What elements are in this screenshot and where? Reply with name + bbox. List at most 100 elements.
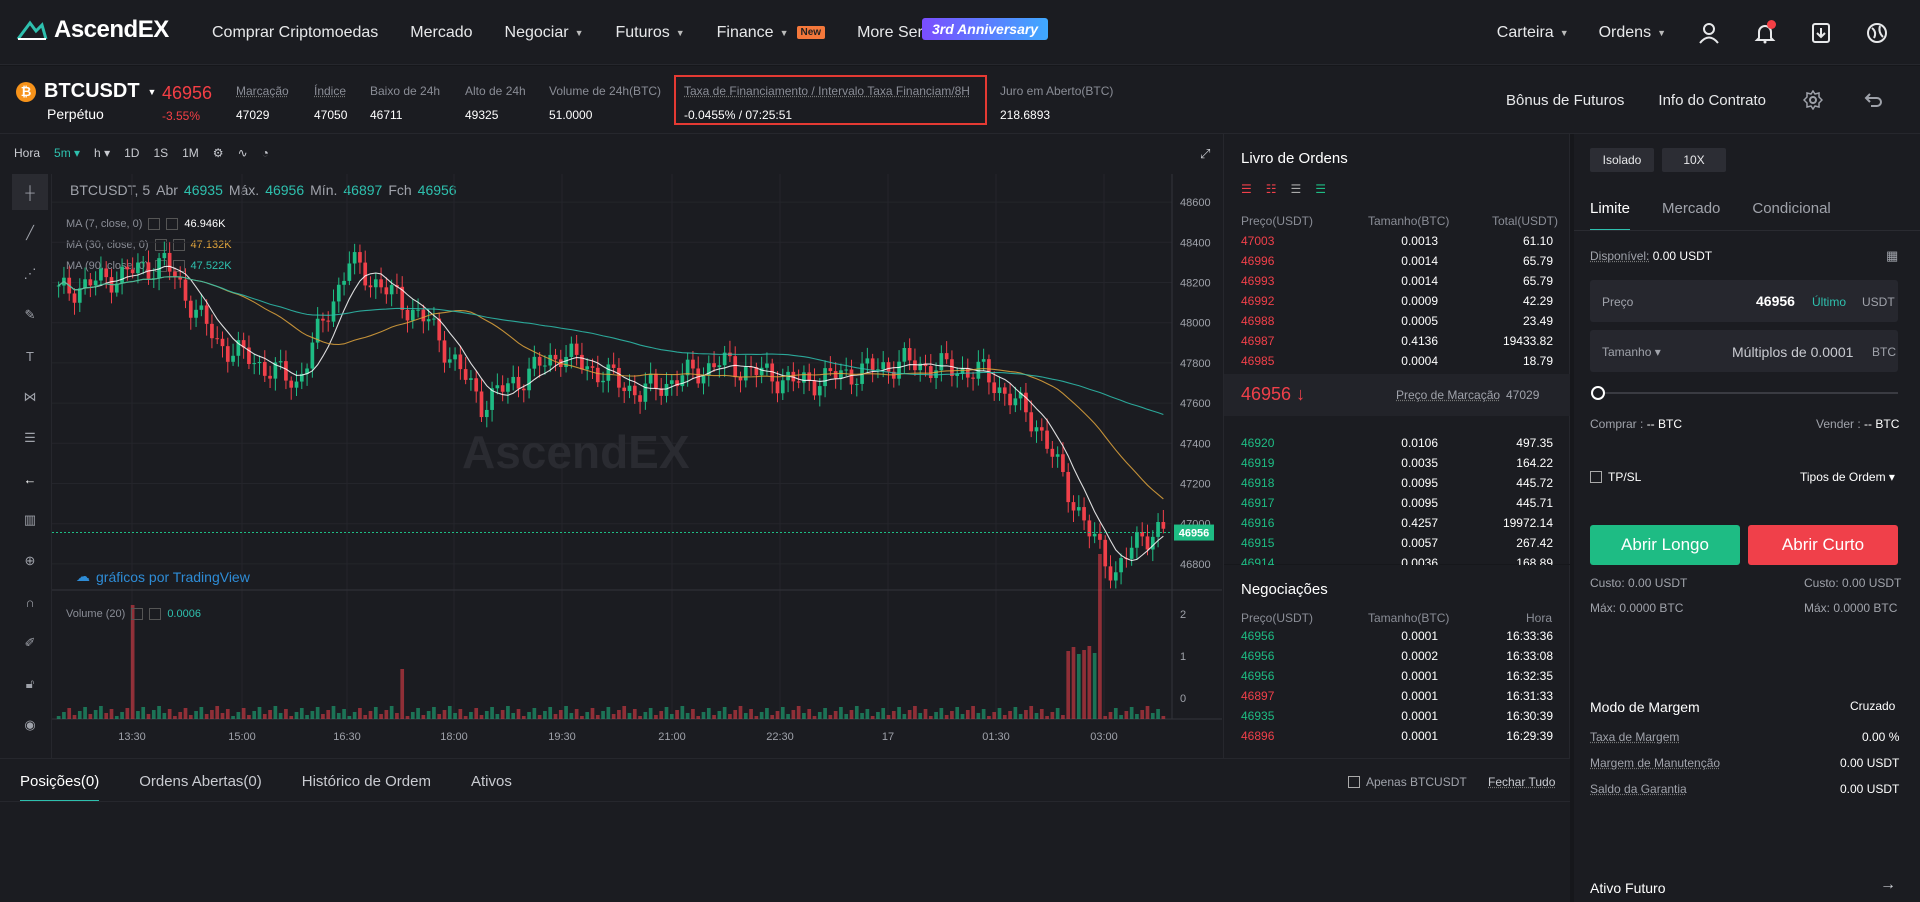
bottom-tab-0[interactable]: Posições(0) [20,773,100,802]
replay-icon[interactable]: ◔ [262,146,269,160]
price-field[interactable]: Preço 46956 Último USDT [1590,280,1898,322]
indicators-icon[interactable]: ∿ [238,146,248,160]
order-tab-0[interactable]: Limite [1590,200,1631,231]
nav-item-0[interactable]: Comprar Criptomoedas [196,24,394,42]
bid-row[interactable]: 46920 0.0106 497.35 [1224,434,1570,454]
ask-row[interactable]: 47003 0.0013 61.10 [1224,232,1570,252]
notification-bell-icon[interactable] [1752,19,1778,46]
undo-arrow-icon[interactable] [1860,87,1886,113]
open-short-button[interactable]: Abrir Curto [1748,525,1898,565]
anniversary-banner[interactable]: 3rd Anniversary [922,18,1049,40]
size-unit-selector[interactable]: Tamanho ▾ [1602,345,1661,359]
order-types-dropdown[interactable]: Tipos de Ordem ▾ [1800,470,1895,484]
size-slider[interactable] [1598,392,1898,394]
close-all-button[interactable]: Fechar Tudo [1488,775,1555,789]
candle-body [997,387,1002,394]
bottom-tab-2[interactable]: Histórico de Ordem [302,773,431,802]
volume-bar [1029,706,1034,719]
volume-bar [1129,707,1134,719]
view-both-icon[interactable]: ☰ [1241,182,1252,196]
logo[interactable]: AscendEX [16,16,169,44]
ask-row[interactable]: 46985 0.0004 18.79 [1224,352,1570,372]
fib-icon[interactable]: ⋰ [12,256,48,292]
tpsl-checkbox[interactable]: TP/SL [1590,470,1641,484]
collateral-balance-value: 0.00 USDT [1840,782,1900,796]
interval-h[interactable]: h ▾ [94,146,110,160]
zoom-in-icon[interactable]: ⊕ [12,543,48,579]
bid-row[interactable]: 46918 0.0095 445.72 [1224,474,1570,494]
ask-row[interactable]: 46993 0.0014 65.79 [1224,272,1570,292]
volume-bar [88,714,93,719]
wallet-menu[interactable]: Carteira ▼ [1497,24,1569,42]
notification-dot [1767,19,1776,29]
leverage-button[interactable]: 10X [1662,148,1726,172]
pattern-icon[interactable]: ⋈ [12,379,48,415]
bottom-tab-1[interactable]: Ordens Abertas(0) [139,773,262,802]
calculator-icon[interactable]: ▦ [1886,248,1898,264]
fullscreen-icon[interactable]: ⤢ [1200,146,1210,162]
candle-body [844,369,849,371]
slider-handle[interactable] [1591,386,1605,400]
lock-drawing-icon[interactable]: ✐ [12,625,48,661]
price-input[interactable]: 46956 [1756,293,1795,309]
nav-item-3[interactable]: Futuros ▼ [599,24,700,42]
view-list-icon[interactable]: ☰ [1315,182,1326,196]
bid-row[interactable]: 46916 0.4257 19972.14 [1224,514,1570,534]
symbol-selector[interactable]: ₿ BTCUSDT ▼ [16,80,156,103]
stat-label: Marcação [236,84,289,98]
contract-info-link[interactable]: Info do Contrato [1658,92,1766,109]
last-price-button[interactable]: Último [1812,295,1846,309]
brush-icon[interactable]: ✎ [12,297,48,333]
settings-gear-icon[interactable] [1800,87,1826,113]
nav-item-1[interactable]: Mercado [394,24,488,42]
trend-line-icon[interactable]: ╱ [12,215,48,251]
tradingview-credit[interactable]: ☁ gráficos por TradingView [76,568,250,585]
volume-bar [204,714,209,719]
size-input[interactable]: Múltiplos de 0.0001 [1732,344,1853,360]
candlestick-chart[interactable]: 48600 48400 48200 48000 47800 47600 47400 47200… [52,174,1222,758]
measure-icon[interactable]: ▥ [12,502,48,538]
back-arrow-icon[interactable]: ← [12,461,48,497]
arrow-right-icon[interactable]: → [1880,876,1896,894]
bitcoin-icon: ₿ [16,81,36,102]
eye-icon[interactable]: ◉ [12,707,48,743]
order-tab-2[interactable]: Condicional [1752,200,1830,231]
view-asks-icon[interactable]: ☷ [1266,182,1277,196]
ask-row[interactable]: 46992 0.0009 42.29 [1224,292,1570,312]
view-bids-icon[interactable]: ☰ [1291,182,1302,196]
candle-body [643,383,648,402]
magnet-icon[interactable]: ∩ [12,584,48,620]
orderbook-header: Tamanho(BTC) [1368,214,1450,228]
bid-row[interactable]: 46917 0.0095 445.71 [1224,494,1570,514]
nav-item-2[interactable]: Negociar ▼ [489,24,600,42]
isolated-button[interactable]: Isolado [1590,148,1654,172]
language-globe-icon[interactable] [1864,20,1890,46]
ask-row[interactable]: 46988 0.0005 23.49 [1224,312,1570,332]
text-tool-icon[interactable]: T [12,338,48,374]
size-field[interactable]: Tamanho ▾ Múltiplos de 0.0001 BTC [1590,330,1898,372]
ask-row[interactable]: 46996 0.0014 65.79 [1224,252,1570,272]
bid-row[interactable]: 46915 0.0057 267.42 [1224,534,1570,554]
interval-5m[interactable]: 5m ▾ [54,146,80,160]
only-symbol-checkbox[interactable]: Apenas BTCUSDT [1348,775,1467,789]
prediction-icon[interactable]: ☰ [12,420,48,456]
nav-item-4[interactable]: Finance ▼ New [701,24,841,42]
volume-bar [981,709,986,719]
ask-row[interactable]: 46987 0.4136 19433.82 [1224,332,1570,352]
futures-bonus-link[interactable]: Bônus de Futuros [1506,92,1624,109]
bottom-tab-3[interactable]: Ativos [471,773,512,802]
download-icon[interactable] [1808,20,1834,46]
unlock-icon[interactable]: 🔓︎ [12,666,48,702]
interval-1d[interactable]: 1D [124,146,139,160]
open-long-button[interactable]: Abrir Longo [1590,525,1740,565]
order-tab-1[interactable]: Mercado [1662,200,1720,231]
chart-settings-icon[interactable]: ⚙ [213,146,224,160]
crosshair-icon[interactable]: ┼ [12,174,48,210]
bid-row[interactable]: 46919 0.0035 164.22 [1224,454,1570,474]
volume-bar [141,707,146,719]
interval-1m[interactable]: 1M [182,146,199,160]
orders-menu[interactable]: Ordens ▼ [1599,24,1666,42]
interval-1s[interactable]: 1S [153,146,168,160]
user-icon[interactable] [1696,20,1722,46]
candle-body [902,348,907,362]
